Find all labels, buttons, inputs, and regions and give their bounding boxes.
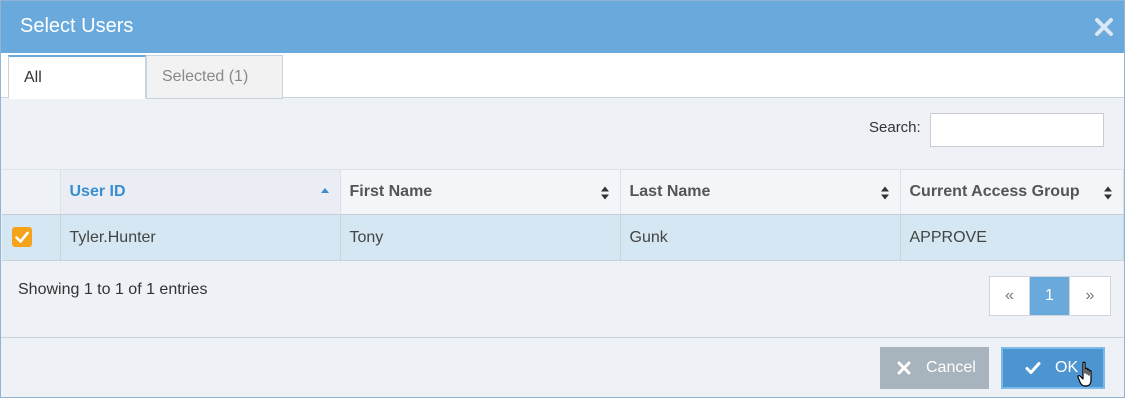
users-table: User ID First Name Last Name Current Acc… bbox=[2, 169, 1124, 261]
sort-both-icon bbox=[880, 186, 889, 200]
close-icon bbox=[897, 361, 911, 375]
cell-last-name: Gunk bbox=[620, 214, 901, 261]
column-label: First Name bbox=[349, 183, 433, 200]
footer-divider bbox=[1, 337, 1124, 338]
cell-user-id: Tyler.Hunter bbox=[60, 214, 341, 261]
sort-both-icon bbox=[600, 186, 609, 200]
cell-first-name: Tony bbox=[340, 214, 621, 261]
column-label: User ID bbox=[69, 183, 126, 200]
dialog-titlebar: Select Users bbox=[1, 1, 1124, 53]
search-label: Search: bbox=[869, 119, 921, 136]
checkmark-icon bbox=[1025, 362, 1041, 374]
previous-page-button[interactable]: « bbox=[990, 277, 1030, 315]
cell-access-group: APPROVE bbox=[900, 214, 1124, 261]
column-header-first-name[interactable]: First Name bbox=[340, 169, 621, 215]
row-checkbox[interactable] bbox=[12, 227, 32, 247]
select-users-dialog: Select Users All Selected (1) Search: Us… bbox=[0, 0, 1125, 398]
dialog-title: Select Users bbox=[20, 15, 134, 37]
sort-both-icon bbox=[1103, 186, 1112, 200]
table-header-row: User ID First Name Last Name Current Acc… bbox=[2, 169, 1124, 215]
tab-all[interactable]: All bbox=[8, 55, 146, 99]
tab-selected[interactable]: Selected (1) bbox=[146, 55, 283, 99]
column-header-user-id[interactable]: User ID bbox=[60, 169, 341, 215]
cancel-button-label: Cancel bbox=[926, 359, 976, 376]
table-row[interactable]: Tyler.Hunter Tony Gunk APPROVE bbox=[2, 214, 1124, 261]
table-info: Showing 1 to 1 of 1 entries bbox=[18, 281, 208, 298]
cancel-button[interactable]: Cancel bbox=[880, 347, 989, 389]
close-icon[interactable] bbox=[1094, 17, 1114, 37]
search-input[interactable] bbox=[930, 113, 1104, 147]
row-checkbox-cell bbox=[2, 214, 61, 261]
column-header-last-name[interactable]: Last Name bbox=[620, 169, 901, 215]
page-1-button[interactable]: 1 bbox=[1030, 277, 1070, 315]
column-label: Last Name bbox=[629, 183, 711, 200]
tab-bar: All Selected (1) bbox=[1, 53, 1124, 99]
column-label: Current Access Group bbox=[909, 183, 1080, 200]
pagination: « 1 » bbox=[989, 276, 1111, 316]
hand-cursor-icon bbox=[1077, 361, 1092, 387]
checkmark-icon bbox=[15, 231, 29, 243]
column-header-access-group[interactable]: Current Access Group bbox=[900, 169, 1124, 215]
select-column-header bbox=[2, 169, 61, 215]
next-page-button[interactable]: » bbox=[1070, 277, 1110, 315]
sort-ascending-icon bbox=[320, 188, 329, 193]
ok-button-label: OK bbox=[1055, 359, 1079, 376]
